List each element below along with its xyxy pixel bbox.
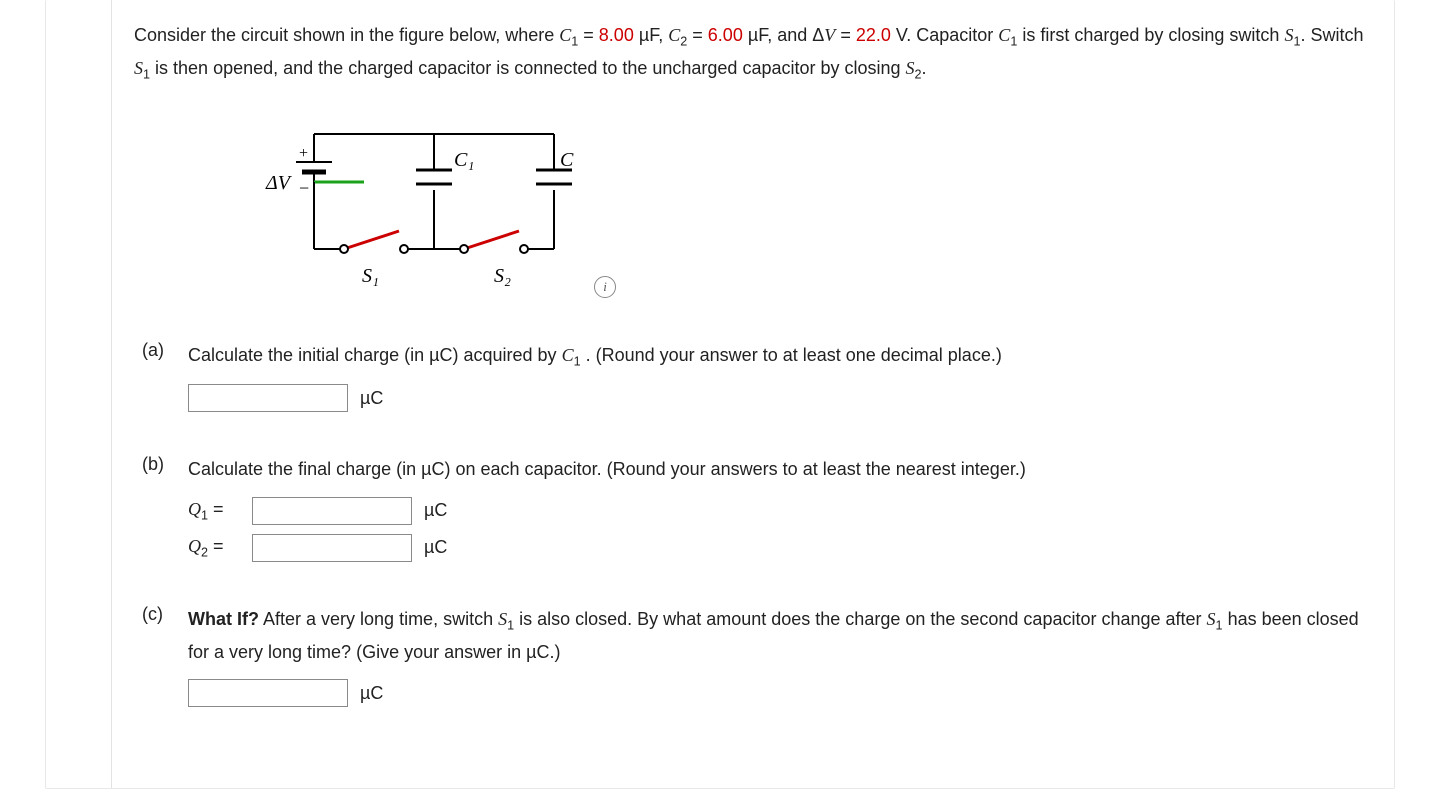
part-a-text-post: . (Round your answer to at least one dec… xyxy=(586,345,1002,365)
part-c-text-mid: is also closed. By what amount does the … xyxy=(519,609,1206,629)
c2-fig-label: C₂ xyxy=(560,149,574,171)
s2-fig-label: S₂ xyxy=(494,265,511,287)
v-symbol: V xyxy=(824,25,835,45)
c1-fig-label: C₁ xyxy=(454,149,474,171)
eq: = xyxy=(583,25,599,45)
part-c-s1b: S xyxy=(1207,609,1216,629)
c1-value: 8.00 xyxy=(599,25,634,45)
eq3: = xyxy=(840,25,856,45)
s1-sub-2: 1 xyxy=(143,68,150,82)
post-dv2: is first charged by closing switch xyxy=(1022,25,1284,45)
c1-sub: 1 xyxy=(571,35,578,49)
q2-unit: µC xyxy=(424,532,447,563)
part-c-input[interactable] xyxy=(188,679,348,707)
q1-input[interactable] xyxy=(252,497,412,525)
part-a-text-pre: Calculate the initial charge (in µC) acq… xyxy=(188,345,562,365)
part-a-c1: C xyxy=(562,345,574,365)
uf1: µF, xyxy=(639,25,668,45)
s2-sub: 2 xyxy=(915,68,922,82)
dv-value: 22.0 xyxy=(856,25,891,45)
part-c-unit: µC xyxy=(360,678,383,709)
uf2: µF, and Δ xyxy=(748,25,824,45)
q1-unit: µC xyxy=(424,495,447,526)
s2-symbol: S xyxy=(906,58,915,78)
c2-value: 6.00 xyxy=(708,25,743,45)
part-c-bold: What If? xyxy=(188,609,259,629)
s1-fig-label: S₁ xyxy=(362,265,379,287)
problem-intro: Consider the circuit shown in the figure… xyxy=(134,20,1369,86)
line2a: Switch xyxy=(1311,25,1364,45)
period2: . xyxy=(922,58,927,78)
s1-symbol-2: S xyxy=(134,58,143,78)
part-a-unit: µC xyxy=(360,383,383,414)
c2-symbol: C xyxy=(668,25,680,45)
period: . xyxy=(1300,25,1305,45)
line2b: is then opened, and the charged capacito… xyxy=(155,58,906,78)
part-a-label: (a) xyxy=(134,340,188,454)
part-a-input[interactable] xyxy=(188,384,348,412)
circuit-figure: ΔV + − C₁ C₂ S₁ S₂ xyxy=(244,114,574,304)
plus-label: + xyxy=(299,145,308,162)
q1-label: Q1 = xyxy=(188,494,244,527)
q2-label: Q2 = xyxy=(188,531,244,564)
part-c-s1: S xyxy=(498,609,507,629)
minus-label: − xyxy=(299,178,309,198)
part-b-text: Calculate the final charge (in µC) on ea… xyxy=(188,459,1026,479)
part-b-label: (b) xyxy=(134,454,188,605)
q2-input[interactable] xyxy=(252,534,412,562)
info-icon[interactable]: i xyxy=(594,276,616,298)
c1-symbol-2: C xyxy=(998,25,1010,45)
c2-sub: 2 xyxy=(680,35,687,49)
intro-text: Consider the circuit shown in the figure… xyxy=(134,25,559,45)
c1-symbol: C xyxy=(559,25,571,45)
part-c-text-pre: After a very long time, switch xyxy=(263,609,498,629)
dv-label: ΔV xyxy=(265,172,293,194)
eq2: = xyxy=(692,25,708,45)
c1-sub-2: 1 xyxy=(1010,35,1017,49)
part-c-label: (c) xyxy=(134,604,188,748)
post-dv: V. Capacitor xyxy=(896,25,998,45)
